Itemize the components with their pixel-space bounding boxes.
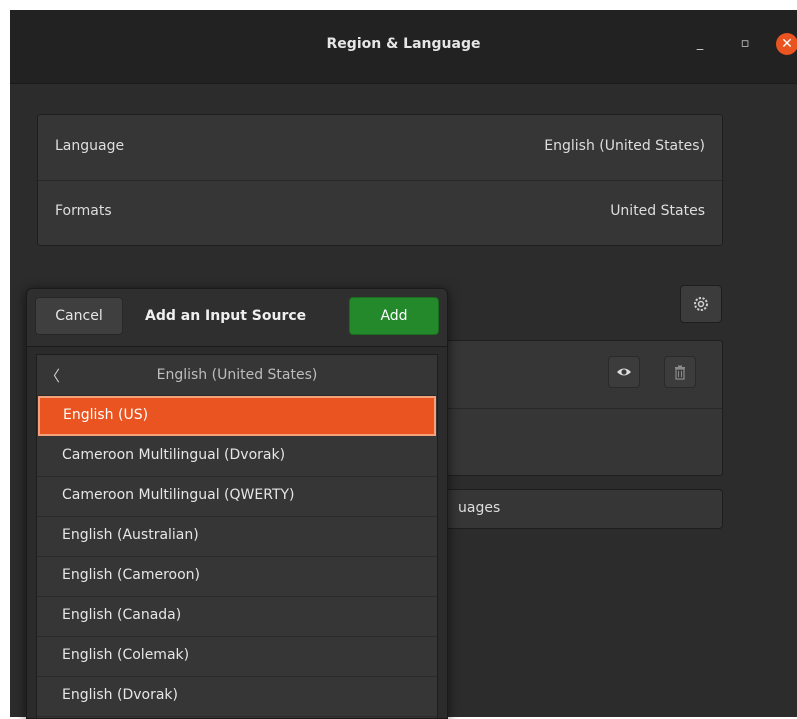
input-source-options-button[interactable] (680, 285, 722, 323)
minimize-icon[interactable]: _ (690, 34, 710, 54)
formats-row[interactable]: Formats United States (38, 180, 722, 245)
maximize-icon[interactable]: ▫ (735, 34, 755, 54)
close-icon[interactable]: ✕ (776, 33, 797, 55)
remove-button[interactable] (664, 356, 696, 388)
add-input-source-dialog: Cancel Add an Input Source Add 〈 English… (26, 288, 448, 719)
language-label: Language (55, 138, 125, 154)
list-header-back[interactable]: 〈 English (United States) (37, 355, 437, 396)
list-item[interactable]: Cameroon Multilingual (QWERTY) (37, 476, 437, 517)
trash-icon (675, 365, 685, 380)
list-item-label: Cameroon Multilingual (QWERTY) (62, 487, 295, 503)
list-item[interactable]: English (US) (38, 396, 436, 436)
manage-languages-label: uages (458, 500, 501, 516)
list-item-label: English (US) (63, 407, 149, 423)
title-bar: Region & Language _ ▫ ✕ (10, 10, 797, 84)
dialog-title: Add an Input Source (145, 308, 307, 324)
cancel-button[interactable]: Cancel (35, 297, 123, 335)
language-value: English (United States) (544, 138, 705, 154)
list-item[interactable]: English (Australian) (37, 516, 437, 557)
add-button[interactable]: Add (349, 297, 439, 335)
list-item-label: English (Cameroon) (62, 567, 200, 583)
list-item-label: English (Australian) (62, 527, 199, 543)
list-item[interactable]: English (Canada) (37, 596, 437, 637)
list-item[interactable]: English (Colemak) (37, 636, 437, 677)
list-header-title: English (United States) (156, 367, 318, 383)
language-row[interactable]: Language English (United States) (38, 115, 722, 181)
dialog-header: Cancel Add an Input Source Add (27, 289, 447, 347)
gear-icon (694, 297, 708, 311)
list-item[interactable]: English (Cameroon) (37, 556, 437, 597)
list-item-label: English (Canada) (62, 607, 182, 623)
language-formats-panel: Language English (United States) Formats… (37, 114, 723, 246)
list-item-label: Cameroon Multilingual (Dvorak) (62, 447, 286, 463)
input-source-list: 〈 English (United States) English (US) C… (36, 354, 438, 718)
eye-icon (617, 368, 631, 376)
list-item-label: English (Colemak) (62, 647, 190, 663)
window-title: Region & Language (326, 36, 481, 52)
formats-label: Formats (55, 203, 112, 219)
list-item[interactable]: English (Dvorak) (37, 676, 437, 717)
list-item-label: English (Dvorak) (62, 687, 178, 703)
preview-button[interactable] (608, 356, 640, 388)
formats-value: United States (610, 203, 705, 219)
list-item[interactable]: Cameroon Multilingual (Dvorak) (37, 436, 437, 477)
